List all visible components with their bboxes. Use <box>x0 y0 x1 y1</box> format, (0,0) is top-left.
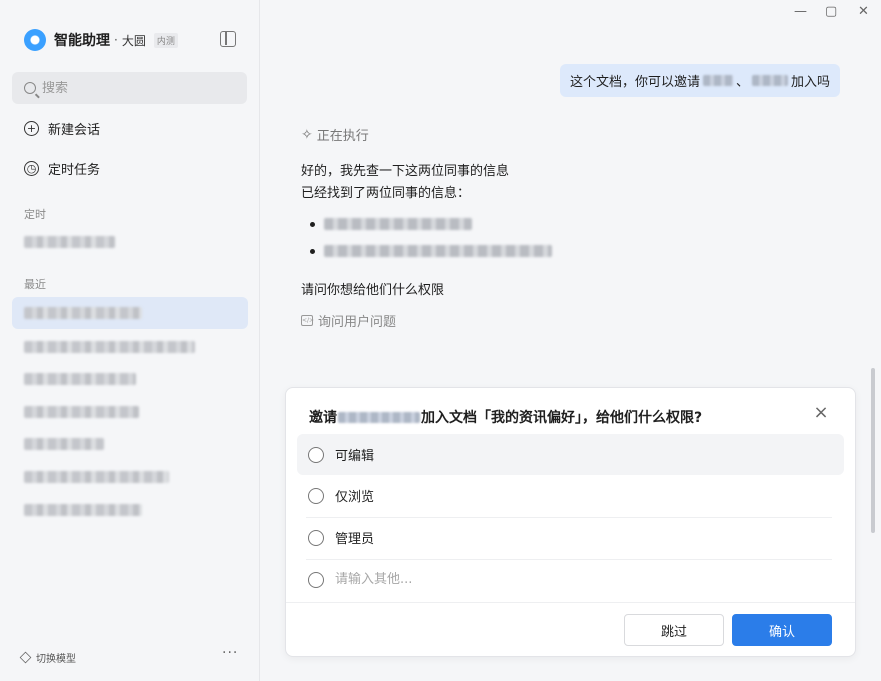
sidebar: 智能助理 · 大圆 内测 + 新建会话 ◷ 定时任务 定时 最近 切换模型 ··… <box>0 0 260 681</box>
dialog-title-prefix: 邀请 <box>309 410 337 426</box>
confirm-button[interactable]: 确认 <box>732 614 832 646</box>
recent-item[interactable] <box>24 406 139 418</box>
sidebar-toggle-icon[interactable] <box>220 31 236 47</box>
list-bullet <box>310 222 315 227</box>
user-message-prefix: 这个文档，你可以邀请 <box>569 75 700 90</box>
option-editable[interactable]: 可编辑 <box>297 434 844 475</box>
option-label: 仅浏览 <box>335 490 375 505</box>
radio-icon[interactable] <box>308 446 324 463</box>
list-bullet <box>310 249 315 254</box>
radio-icon[interactable] <box>308 571 324 588</box>
colleague-info-item <box>324 218 472 230</box>
permission-dialog: 邀请 加入文档「我的资讯偏好」，给他们什么权限? × 可编辑 仅浏览 管理员 跳… <box>285 387 856 657</box>
scheduled-item[interactable] <box>24 236 115 248</box>
sparkle-icon: ✧ <box>301 126 313 143</box>
switch-model-button[interactable]: 切换模型 <box>19 650 76 665</box>
code-icon: </> <box>301 315 315 326</box>
reply-line-2: 已经找到了两位同事的信息： <box>301 186 471 201</box>
tool-call[interactable]: </> 询问用户问题 <box>301 311 396 330</box>
search-input[interactable] <box>42 80 222 96</box>
close-window-icon[interactable]: ✕ <box>858 4 869 19</box>
user-message: 这个文档，你可以邀请 、 加入吗 <box>559 64 840 97</box>
reply-line-1: 好的，我先查一下这两位同事的信息 <box>301 164 510 179</box>
option-admin[interactable]: 管理员 <box>297 517 844 558</box>
dialog-footer-divider <box>286 602 855 603</box>
recent-item[interactable] <box>24 373 136 385</box>
minimize-icon[interactable]: — <box>794 4 807 19</box>
layers-icon <box>19 651 32 664</box>
brand: 智能助理 · 大圆 内测 <box>24 28 178 52</box>
option-label: 可编辑 <box>335 449 375 464</box>
user-name: 大圆 <box>121 33 146 48</box>
recent-item[interactable] <box>24 341 195 353</box>
user-message-separator: 、 <box>735 75 749 90</box>
scheduled-tasks-button[interactable]: ◷ 定时任务 <box>24 158 100 178</box>
more-icon[interactable]: ··· <box>222 645 238 661</box>
new-chat-label: 新建会话 <box>48 122 101 138</box>
recent-item[interactable] <box>24 438 104 450</box>
clock-icon: ◷ <box>24 160 39 176</box>
reply-question: 请问你想给他们什么权限 <box>301 283 445 298</box>
execution-status: ✧ 正在执行 <box>301 125 369 145</box>
new-chat-button[interactable]: + 新建会话 <box>24 118 100 138</box>
search-icon <box>24 82 36 94</box>
beta-badge: 内测 <box>153 32 178 48</box>
maximize-icon[interactable]: ▢ <box>825 4 837 19</box>
recent-item[interactable] <box>24 504 142 516</box>
dialog-title-suffix: 加入文档「我的资讯偏好」，给他们什么权限? <box>421 410 703 426</box>
scheduled-tasks-label: 定时任务 <box>48 162 101 178</box>
plus-chat-icon: + <box>24 120 39 136</box>
redacted-name <box>751 75 788 86</box>
chat-area: — ▢ ✕ 这个文档，你可以邀请 、 加入吗 ✧ 正在执行 好的，我先查一下这两… <box>260 0 881 681</box>
app-logo-icon <box>24 29 46 51</box>
tool-label: 询问用户问题 <box>318 315 397 330</box>
scrollbar[interactable] <box>871 368 875 533</box>
close-icon[interactable]: × <box>813 404 829 422</box>
search-box[interactable] <box>12 72 247 104</box>
dialog-title: 邀请 加入文档「我的资讯偏好」，给他们什么权限? <box>309 407 702 427</box>
redacted-names <box>338 411 420 423</box>
option-label: 管理员 <box>335 532 375 547</box>
section-label-scheduled: 定时 <box>24 208 46 221</box>
radio-icon[interactable] <box>308 529 324 546</box>
option-other[interactable] <box>297 559 844 600</box>
switch-model-label: 切换模型 <box>36 654 76 665</box>
radio-icon[interactable] <box>308 487 324 504</box>
other-input[interactable] <box>335 572 635 587</box>
recent-item-title <box>24 307 142 319</box>
app-name: 智能助理 <box>54 33 110 49</box>
redacted-name <box>702 75 733 86</box>
option-view-only[interactable]: 仅浏览 <box>297 475 844 516</box>
status-text: 正在执行 <box>316 129 369 144</box>
colleague-info-item <box>324 245 552 257</box>
section-label-recent: 最近 <box>24 278 46 291</box>
skip-button[interactable]: 跳过 <box>624 614 724 646</box>
recent-item[interactable] <box>24 471 169 483</box>
user-message-suffix: 加入吗 <box>790 75 830 90</box>
brand-separator: · <box>114 33 118 47</box>
